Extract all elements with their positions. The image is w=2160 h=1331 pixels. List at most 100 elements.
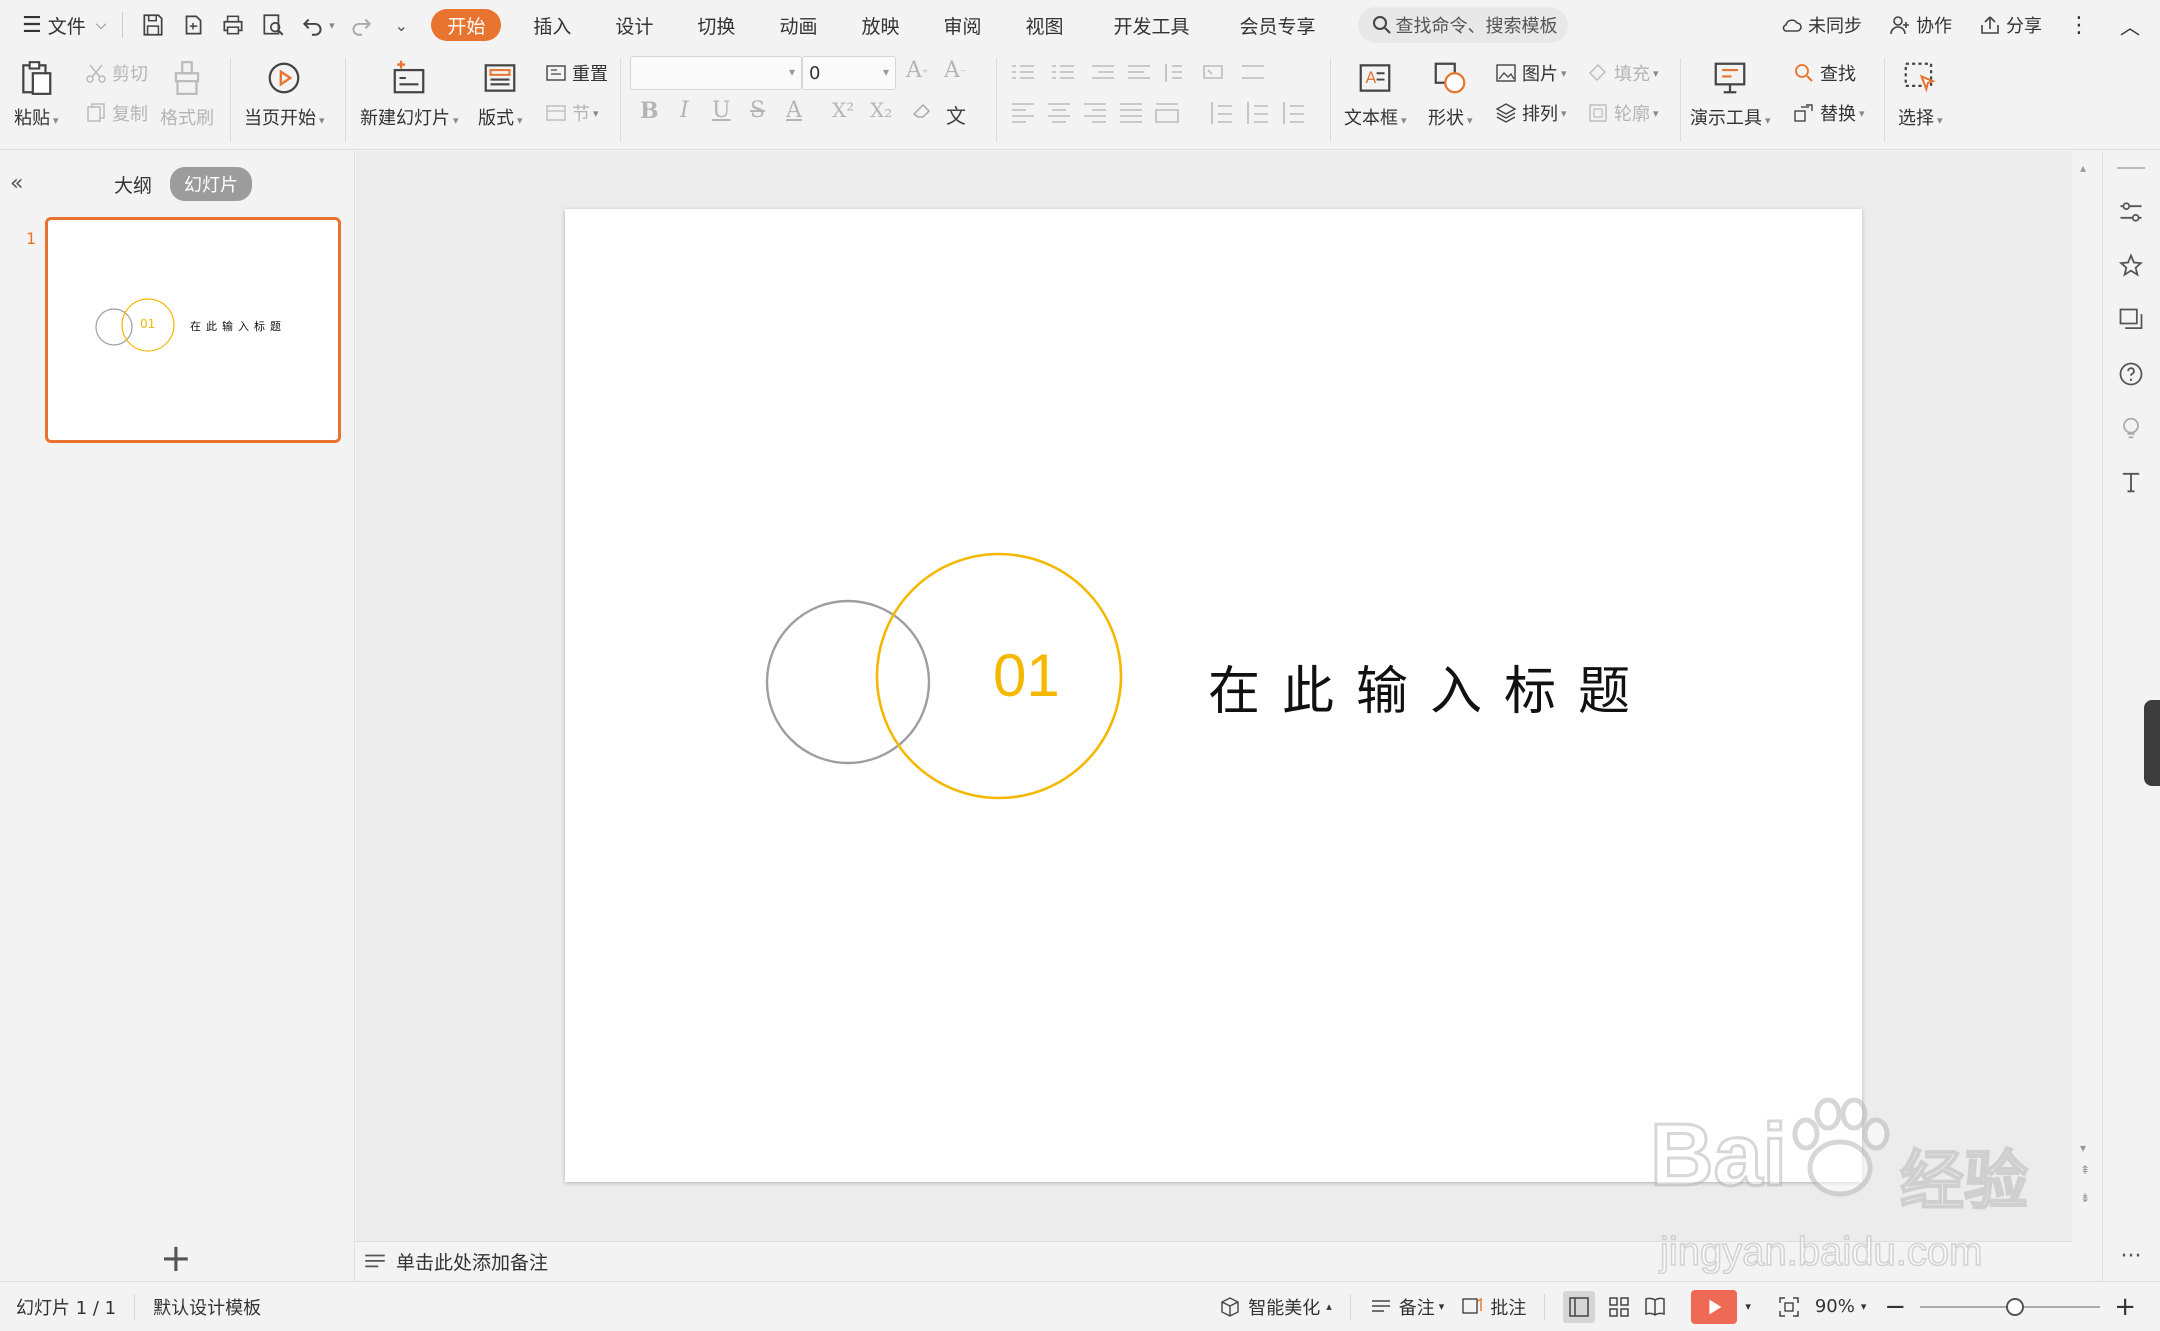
italic-button[interactable]: I (680, 98, 689, 123)
picture-button[interactable]: 图片 ▾ (1494, 60, 1567, 86)
tab-review[interactable]: 审阅 (921, 0, 1003, 50)
slide-sorter-button[interactable] (1607, 1295, 1631, 1319)
replace-button[interactable]: 替换 ▾ (1792, 100, 1865, 126)
design-template-label[interactable]: 默认设计模板 (153, 1294, 261, 1320)
zoom-out-button[interactable]: − (1884, 1292, 1906, 1322)
tips-button[interactable] (2116, 413, 2146, 443)
presentation-tools-button[interactable]: 演示工具 ▾ (1690, 56, 1771, 130)
format-painter-button[interactable]: 格式刷 (160, 56, 214, 130)
collaborate-button[interactable]: 协作 (1888, 12, 1952, 38)
notes-bar[interactable]: 单击此处添加备注 (356, 1241, 2072, 1281)
share-button[interactable]: 分享 (1978, 12, 2042, 38)
tab-home[interactable]: 开始 (431, 9, 502, 41)
tab-transitions[interactable]: 切换 (675, 0, 757, 50)
tab-member[interactable]: 会员专享 (1218, 0, 1338, 50)
new-slide-button[interactable]: 新建幻灯片 ▾ (360, 56, 459, 130)
animation-pane-button[interactable] (2116, 251, 2146, 281)
slide-number: 1 (26, 229, 37, 248)
help-button[interactable] (2116, 359, 2146, 389)
copy-button[interactable]: 复制 (84, 100, 148, 126)
scroll-down-icon[interactable]: ▾ (2080, 1141, 2086, 1155)
chevron-down-icon[interactable]: ▾ (1745, 1300, 1751, 1313)
font-color-button[interactable]: A (786, 98, 802, 123)
reset-button[interactable]: 重置 (544, 60, 608, 86)
side-handle[interactable] (2144, 700, 2160, 786)
chevron-down-icon: ▾ (788, 65, 795, 79)
underline-button[interactable]: U (712, 98, 731, 123)
cut-button[interactable]: 剪切 (84, 60, 148, 86)
bold-button[interactable]: B (640, 98, 659, 124)
outline-button[interactable]: 轮廓 ▾ (1586, 100, 1659, 126)
customize-quick-access-button[interactable]: ⌄ (381, 5, 421, 45)
save-button[interactable] (133, 5, 173, 45)
slide[interactable]: 01 在此输入标题 (565, 209, 1862, 1182)
command-search[interactable]: 查找命令、搜索模板 (1357, 7, 1568, 43)
zoom-slider[interactable] (1920, 1297, 2101, 1316)
collaborate-icon (1890, 16, 1909, 35)
strikethrough-button[interactable]: S (750, 98, 765, 123)
file-menu[interactable]: ☰ 文件 ⌵ (22, 0, 106, 50)
arrange-button[interactable]: 排列 ▾ (1494, 100, 1567, 126)
reading-view-button[interactable] (1643, 1295, 1667, 1319)
section-button[interactable]: 节 ▾ (544, 100, 599, 126)
tab-outline[interactable]: 大纲 (114, 171, 152, 198)
tab-developer[interactable]: 开发工具 (1086, 0, 1218, 50)
tab-animations[interactable]: 动画 (757, 0, 839, 50)
tab-design[interactable]: 设计 (593, 0, 675, 50)
sliders-icon (2120, 202, 2142, 222)
select-button[interactable]: 选择 ▾ (1898, 56, 1943, 130)
increase-font-size-button[interactable]: A⁺ (906, 58, 928, 83)
play-from-current-button[interactable]: 当页开始 ▾ (244, 56, 325, 130)
sync-status-button[interactable]: 未同步 (1780, 12, 1862, 38)
scroll-up-icon[interactable]: ▴ (2080, 161, 2086, 175)
zoom-in-button[interactable]: + (2114, 1292, 2136, 1322)
zoom-level[interactable]: 90% ▾ (1815, 1296, 1867, 1317)
collapse-ribbon-button[interactable]: ︿ (2120, 11, 2140, 40)
slide-number-text[interactable]: 01 (993, 641, 1060, 710)
slide-thumbnail[interactable]: 01 在此输入标题 (45, 217, 341, 443)
tab-slideshow[interactable]: 放映 (839, 0, 921, 50)
vertical-scrollbar[interactable]: ▴ ▾ ⇞ ⇟ (2072, 151, 2102, 1241)
slideshow-play-button[interactable]: ▾ (1691, 1289, 1751, 1324)
layout-button[interactable]: 版式 ▾ (478, 56, 523, 130)
more-tools-button[interactable]: ··· (2116, 1241, 2146, 1271)
prev-slide-icon[interactable]: ⇞ (2080, 1163, 2090, 1177)
undo-button[interactable]: ▾ (293, 5, 341, 45)
redo-button[interactable] (341, 5, 381, 45)
divider (1680, 58, 1681, 142)
phonetic-guide-button[interactable]: 文 (946, 100, 966, 129)
decrease-font-size-button[interactable]: A⁻ (944, 58, 966, 83)
slide-transition-button[interactable] (2116, 305, 2146, 335)
next-slide-icon[interactable]: ⇟ (2080, 1191, 2090, 1205)
comments-button[interactable]: 批注 (1460, 1294, 1526, 1320)
slide-title[interactable]: 在此输入标题 (1208, 649, 1652, 724)
print-button[interactable] (213, 5, 253, 45)
font-name-select[interactable]: ▾ (630, 56, 802, 90)
export-pdf-button[interactable] (173, 5, 213, 45)
find-button[interactable]: 查找 (1792, 60, 1856, 86)
tab-insert[interactable]: 插入 (511, 0, 593, 50)
superscript-button[interactable]: X² (832, 98, 854, 122)
undo-dropdown-icon[interactable]: ▾ (329, 19, 335, 32)
properties-button[interactable] (2116, 197, 2146, 227)
subscript-button[interactable]: X₂ (870, 98, 892, 122)
paste-button[interactable]: 粘贴 ▾ (14, 56, 59, 130)
add-slide-button[interactable]: + (160, 1236, 192, 1280)
print-preview-button[interactable] (253, 5, 293, 45)
zoom-slider-handle[interactable] (2006, 1297, 2025, 1316)
shape-button[interactable]: 形状 ▾ (1428, 56, 1473, 130)
notes-toggle-button[interactable]: 备注 ▾ (1369, 1294, 1444, 1320)
more-options-button[interactable]: ⋮ (2068, 13, 2090, 38)
fill-button[interactable]: 填充 ▾ (1586, 60, 1659, 86)
smart-beautify-button[interactable]: 智能美化 ▴ (1218, 1294, 1332, 1320)
font-size-select[interactable]: 0 ▾ (802, 56, 896, 90)
text-box-button[interactable]: A 文本框 ▾ (1344, 56, 1407, 130)
divider (1544, 1293, 1546, 1320)
clear-format-button[interactable] (910, 98, 934, 128)
tab-slides[interactable]: 幻灯片 (170, 167, 253, 201)
normal-view-button[interactable] (1563, 1290, 1596, 1323)
text-tool-button[interactable] (2116, 467, 2146, 497)
fit-window-button[interactable] (1777, 1295, 1807, 1319)
gray-circle[interactable] (765, 599, 931, 765)
tab-view[interactable]: 视图 (1003, 0, 1085, 50)
